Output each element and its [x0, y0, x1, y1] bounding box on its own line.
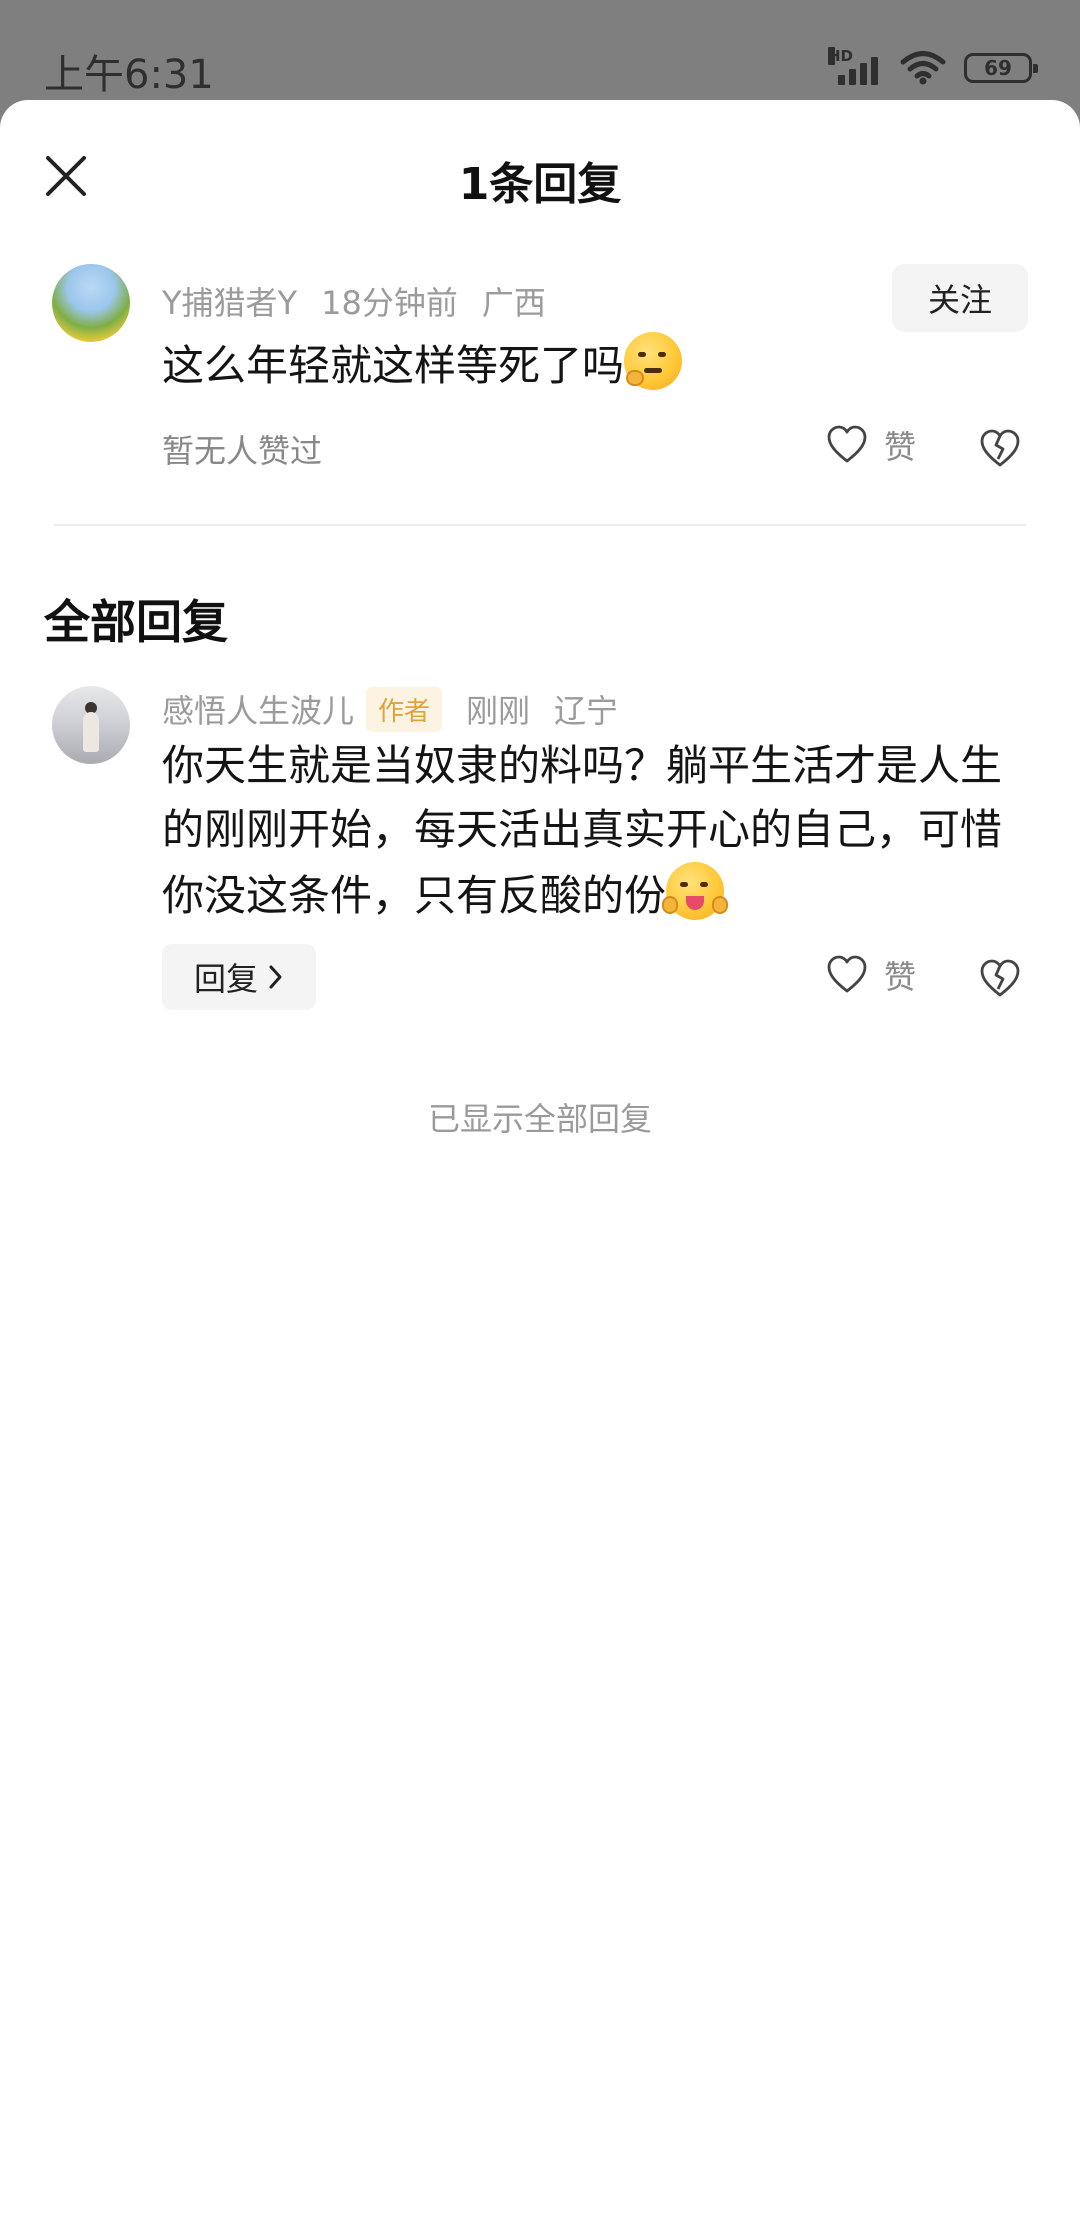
username[interactable]: 感悟人生波儿 — [162, 686, 354, 732]
reply-meta: 感悟人生波儿 作者 刚刚 辽宁 — [162, 686, 618, 732]
avatar[interactable] — [52, 264, 130, 342]
broken-heart-icon[interactable] — [978, 956, 1022, 1000]
heart-icon — [827, 425, 867, 463]
likes-status: 暂无人赞过 — [162, 432, 323, 470]
replies-sheet: 1条回复 Y捕猎者Y 18分钟前 广西 关注 这么年轻就这样等死了吗 暂无人赞过… — [0, 100, 1080, 2214]
like-label: 赞 — [884, 428, 917, 466]
section-title: 全部回复 — [44, 595, 228, 649]
cellular-signal-icon: HD — [828, 47, 882, 85]
heart-icon — [827, 955, 867, 993]
sheet-title: 1条回复 — [458, 159, 622, 210]
comment-meta: Y捕猎者Y 18分钟前 广西 — [162, 278, 546, 324]
reply-body: 你天生就是当奴隶的料吗？躺平生活才是人生的刚刚开始，每天活出真实开心的自己，可惜… — [162, 741, 1003, 920]
all-replies-shown-note: 已显示全部回复 — [427, 1100, 652, 1138]
reply-label: 回复 — [193, 960, 258, 998]
divider — [54, 524, 1026, 526]
squinting-face-with-tongue-emoji-icon — [662, 862, 729, 920]
comment-location: 广西 — [481, 284, 546, 322]
wifi-icon — [900, 51, 946, 85]
thinking-face-emoji-icon — [624, 332, 683, 390]
avatar[interactable] — [52, 686, 130, 764]
author-badge: 作者 — [366, 686, 443, 732]
battery-level: 69 — [984, 56, 1012, 80]
reply-button[interactable]: 回复 — [162, 944, 316, 1010]
reply-location: 辽宁 — [554, 692, 619, 730]
reply-time: 刚刚 — [466, 692, 531, 730]
battery-icon: 69 — [964, 53, 1038, 83]
comment-time: 18分钟前 — [321, 284, 458, 322]
status-icons: HD 69 — [828, 47, 1038, 88]
comment-body: 这么年轻就这样等死了吗 — [162, 341, 625, 390]
chevron-right-icon — [269, 965, 282, 989]
hd-label: HD — [828, 47, 854, 65]
like-label: 赞 — [884, 958, 917, 996]
like-button[interactable]: 赞 — [826, 952, 916, 998]
status-time: 上午6:31 — [44, 52, 214, 98]
status-bar: 上午6:31 HD 69 — [0, 0, 1080, 100]
broken-heart-icon[interactable] — [978, 426, 1022, 470]
reply-text[interactable]: 你天生就是当奴隶的料吗？躺平生活才是人生的刚刚开始，每天活出真实开心的自己，可惜… — [162, 734, 1012, 928]
like-button[interactable]: 赞 — [826, 422, 916, 468]
comment-text[interactable]: 这么年轻就这样等死了吗 — [162, 332, 683, 398]
username[interactable]: Y捕猎者Y — [162, 278, 297, 324]
follow-button[interactable]: 关注 — [892, 264, 1028, 332]
